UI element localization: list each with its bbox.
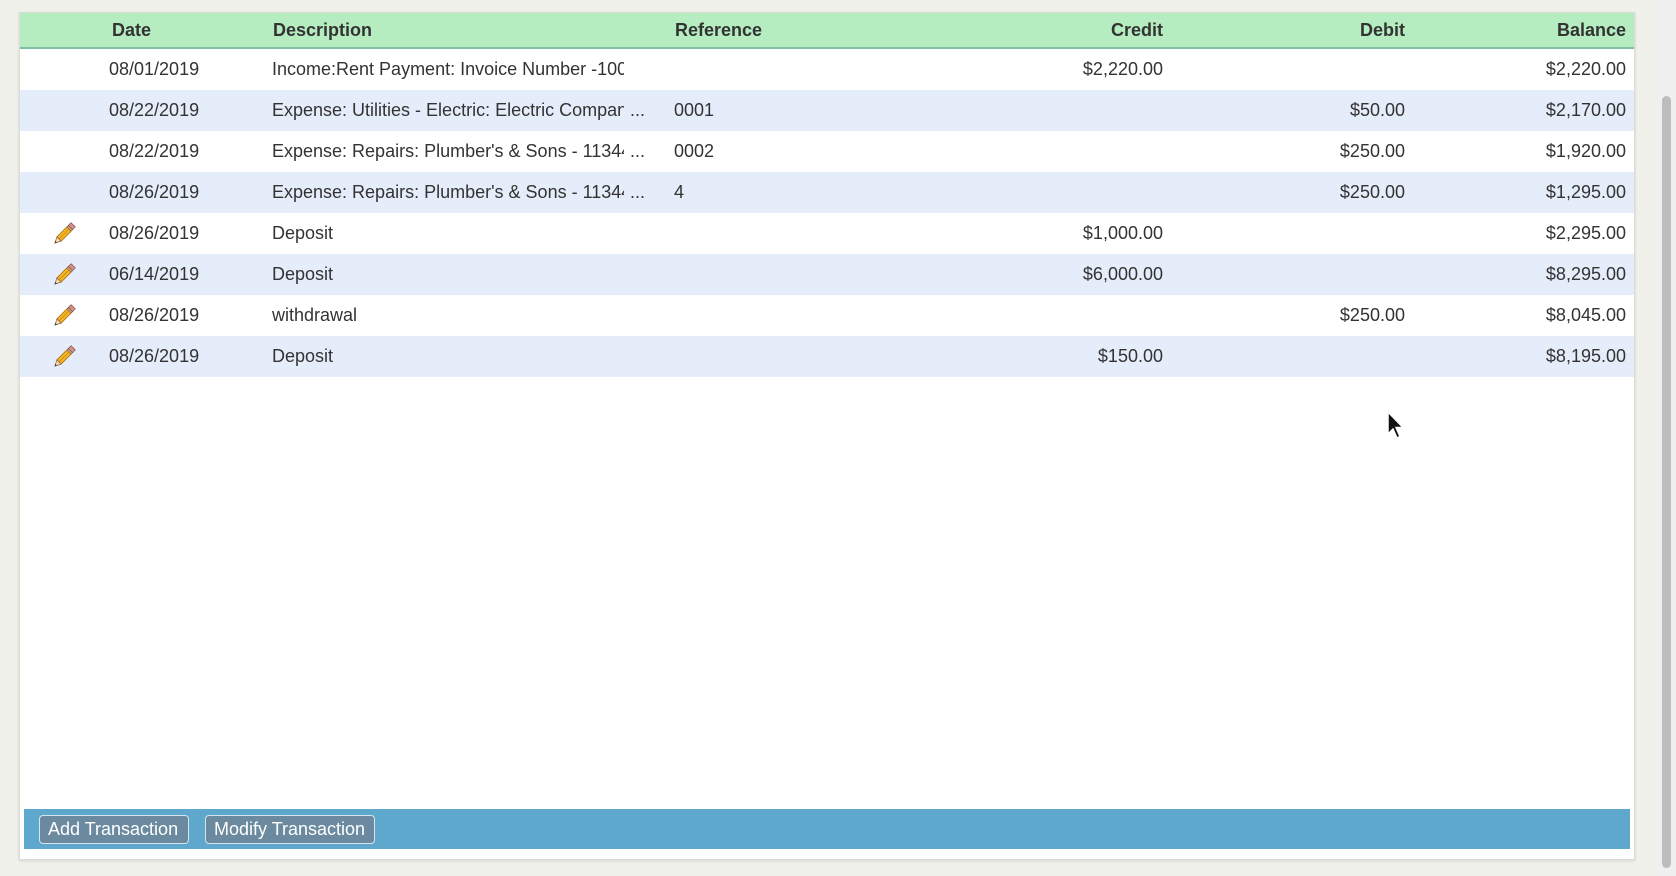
cell-debit: [1180, 213, 1405, 254]
column-header-credit[interactable]: Credit: [920, 13, 1163, 47]
table-row[interactable]: 06/14/2019 Deposit $6,000.00 $8,295.00: [20, 254, 1634, 295]
description-ellipsis: ...: [630, 182, 646, 202]
pencil-icon[interactable]: [50, 343, 78, 371]
table-row[interactable]: 08/22/2019 Expense: Utilities - Electric:…: [20, 90, 1634, 131]
mouse-cursor-icon: [1387, 410, 1405, 440]
cell-balance: $1,295.00: [1545, 182, 1626, 202]
description-ellipsis: ...: [630, 100, 646, 120]
cell-credit: [920, 90, 1163, 131]
description-text: Income:Rent Payment: Invoice Number -100…: [272, 59, 624, 79]
cell-reference: 0002: [674, 141, 715, 161]
cell-debit: $250.00: [1339, 305, 1405, 325]
cell-description: Deposit: [272, 254, 650, 295]
pencil-icon[interactable]: [50, 220, 78, 248]
description-text: Expense: Repairs: Plumber's & Sons - 113…: [272, 141, 624, 161]
column-header-reference[interactable]: Reference: [675, 13, 875, 47]
cell-date: 08/26/2019: [109, 182, 200, 202]
edit-cell[interactable]: [44, 336, 84, 377]
cell-balance: $8,295.00: [1545, 264, 1626, 284]
cell-date: 08/01/2019: [109, 59, 200, 79]
edit-cell[interactable]: [44, 295, 84, 336]
cell-reference: [674, 336, 874, 377]
cell-debit: $250.00: [1339, 141, 1405, 161]
cell-description: Deposit: [272, 213, 650, 254]
cell-date: 08/26/2019: [109, 346, 200, 366]
cell-credit: [920, 295, 1163, 336]
table-row[interactable]: 08/22/2019 Expense: Repairs: Plumber's & …: [20, 131, 1634, 172]
cell-date: 08/22/2019: [109, 141, 200, 161]
cell-description: Income:Rent Payment: Invoice Number -100…: [272, 49, 650, 90]
cell-credit: [920, 172, 1163, 213]
cell-reference: 0001: [674, 100, 715, 120]
table-row[interactable]: 08/26/2019 Expense: Repairs: Plumber's & …: [20, 172, 1634, 213]
pencil-icon[interactable]: [50, 302, 78, 330]
cell-balance: $2,220.00: [1545, 59, 1626, 79]
cell-description: Expense: Utilities - Electric: Electric …: [272, 90, 650, 131]
pencil-icon[interactable]: [50, 261, 78, 289]
cell-date: 08/26/2019: [109, 305, 200, 325]
description-text: Expense: Repairs: Plumber's & Sons - 113…: [272, 182, 624, 202]
cell-description: Deposit: [272, 336, 650, 377]
column-header-description[interactable]: Description: [273, 13, 573, 47]
description-text: Deposit: [272, 264, 334, 284]
cell-debit: [1180, 336, 1405, 377]
table-row[interactable]: 08/26/2019 withdrawal $250.00 $8,045.00: [20, 295, 1634, 336]
cell-reference: [674, 213, 874, 254]
grid-toolbar: Add Transaction Modify Transaction: [24, 809, 1630, 849]
cell-debit: $250.00: [1339, 182, 1405, 202]
cell-balance: $2,295.00: [1545, 223, 1626, 243]
cell-credit: $150.00: [1097, 346, 1163, 366]
cell-balance: $8,195.00: [1545, 346, 1626, 366]
cell-credit: $2,220.00: [1082, 59, 1163, 79]
description-text: Deposit: [272, 346, 334, 366]
cell-reference: [674, 49, 874, 90]
transaction-rows: 08/01/2019 Income:Rent Payment: Invoice N…: [20, 49, 1634, 377]
cell-date: 06/14/2019: [109, 264, 200, 284]
description-text: Deposit: [272, 223, 334, 243]
cell-balance: $2,170.00: [1545, 100, 1626, 120]
cell-balance: $8,045.00: [1545, 305, 1626, 325]
column-header-date[interactable]: Date: [112, 13, 232, 47]
cell-reference: [674, 295, 874, 336]
cell-date: 08/26/2019: [109, 223, 200, 243]
edit-cell[interactable]: [44, 213, 84, 254]
cell-debit: [1180, 254, 1405, 295]
cell-reference: [674, 254, 874, 295]
column-header-debit[interactable]: Debit: [1180, 13, 1405, 47]
page-scrollbar[interactable]: [1656, 0, 1676, 876]
cell-credit: [920, 131, 1163, 172]
modify-transaction-button[interactable]: Modify Transaction: [205, 815, 375, 844]
description-text: Expense: Utilities - Electric: Electric …: [272, 100, 624, 120]
edit-cell[interactable]: [44, 254, 84, 295]
table-row[interactable]: 08/26/2019 Deposit $1,000.00 $2,295.00: [20, 213, 1634, 254]
grid-header: Date Description Reference Credit Debit …: [20, 13, 1634, 49]
column-header-balance[interactable]: Balance: [1420, 13, 1626, 47]
cell-date: 08/22/2019: [109, 100, 200, 120]
table-row[interactable]: 08/01/2019 Income:Rent Payment: Invoice N…: [20, 49, 1634, 90]
cell-description: Expense: Repairs: Plumber's & Sons - 113…: [272, 172, 650, 213]
cell-reference: 4: [674, 182, 685, 202]
cell-description: withdrawal: [272, 295, 650, 336]
cell-debit: [1180, 49, 1405, 90]
table-row[interactable]: 08/26/2019 Deposit $150.00 $8,195.00: [20, 336, 1634, 377]
cell-description: Expense: Repairs: Plumber's & Sons - 113…: [272, 131, 650, 172]
description-ellipsis: ...: [630, 141, 646, 161]
cell-credit: $6,000.00: [1082, 264, 1163, 284]
add-transaction-button[interactable]: Add Transaction: [39, 815, 189, 844]
cell-balance: $1,920.00: [1545, 141, 1626, 161]
cell-debit: $50.00: [1349, 100, 1405, 120]
description-text: withdrawal: [272, 305, 358, 325]
cell-credit: $1,000.00: [1082, 223, 1163, 243]
scrollbar-thumb[interactable]: [1662, 96, 1671, 868]
